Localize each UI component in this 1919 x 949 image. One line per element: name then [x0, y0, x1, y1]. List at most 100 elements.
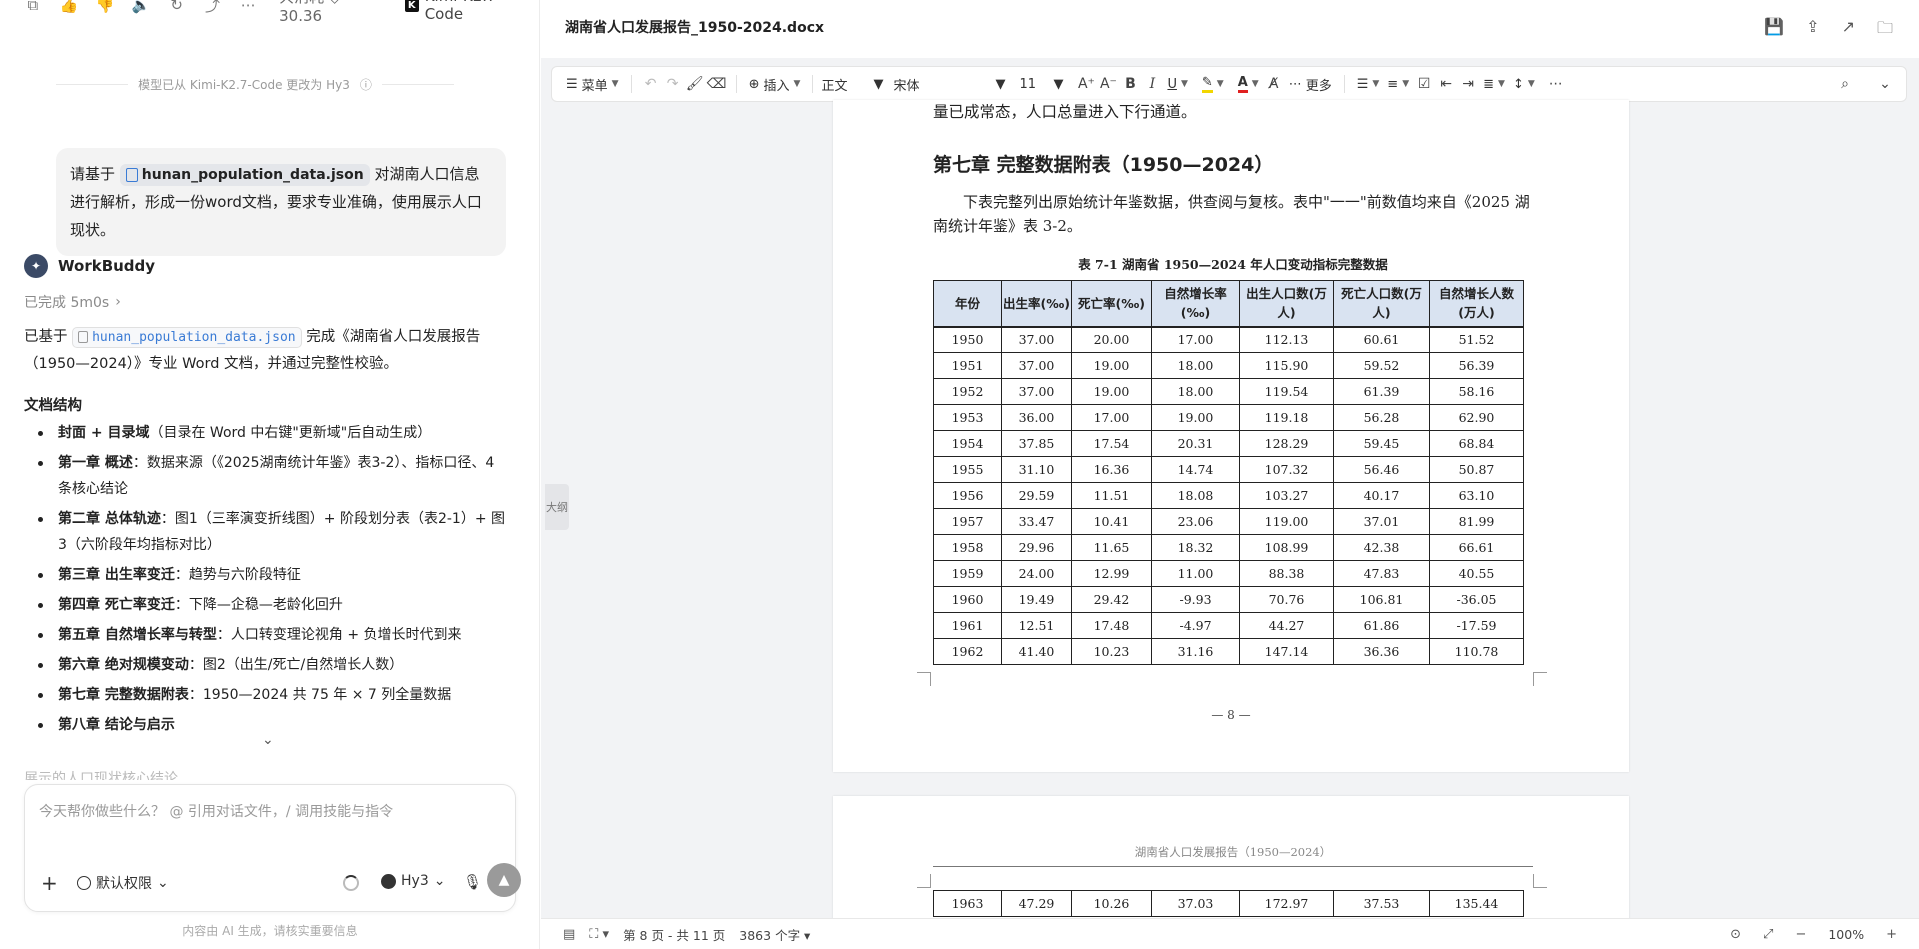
table-cell: 19.49 [1001, 586, 1072, 613]
table-cell: 1959 [933, 560, 1002, 587]
divider [812, 75, 814, 93]
table-row: 1952 37.00 19.00 18.00 119.54 61.39 58.16 [933, 378, 1524, 405]
caret-down-icon: ▼ [1498, 79, 1505, 89]
chat-input-box[interactable]: 今天帮你做些什么？ @ 引用对话文件，/ 调用技能与指令 + 默认权限 ⌄ Hy… [24, 784, 521, 912]
table-row: 1958 29.96 11.65 18.32 108.99 42.38 66.61 [933, 534, 1524, 561]
search-icon[interactable]: ⌕ [1834, 76, 1856, 92]
underline-button[interactable]: U ▼ [1163, 71, 1191, 97]
underline-icon: U [1167, 76, 1177, 92]
highlight-button[interactable]: ✎ ▼ [1198, 71, 1228, 97]
chat-panel: ⧉ 👍 👎 🔈 ↻ ⤴ ⋯ 共消耗 ◇ 30.36 K Kimi-K2.7-Co… [0, 0, 540, 949]
table-cell: 31.16 [1151, 638, 1240, 665]
file-reference-chip[interactable]: hunan_population_data.json [72, 326, 302, 348]
model-name: Kimi-K2.7-Code [424, 0, 502, 23]
table-cell: -9.93 [1151, 586, 1240, 613]
send-button[interactable]: ▲ [487, 863, 521, 897]
clear-format-icon[interactable]: A̸ [1263, 76, 1285, 92]
table-cell: 1960 [933, 586, 1002, 613]
page-header-text: 湖南省人口发展报告（1950—2024） [933, 844, 1533, 867]
add-icon[interactable]: + [41, 873, 58, 893]
table-cell: 1963 [933, 890, 1002, 917]
numbered-list-button[interactable]: ≡ ▼ [1383, 71, 1413, 97]
italic-icon[interactable]: I [1141, 76, 1163, 92]
table-cell: 19.00 [1071, 352, 1152, 379]
task-status[interactable]: 已完成 5m0s › [24, 292, 121, 312]
chevron-down-icon[interactable]: ⌄ [1874, 76, 1896, 92]
eraser-icon[interactable]: ⌫ [706, 76, 728, 92]
table-cell: 119.00 [1239, 508, 1334, 535]
insert-button[interactable]: ⊕ 插入 ▼ [745, 71, 805, 97]
outdent-icon[interactable]: ⇤ [1435, 76, 1457, 92]
table-row: 1951 37.00 19.00 18.00 115.90 59.52 56.39 [933, 352, 1524, 379]
menu-icon: ☰ [566, 76, 578, 92]
font-color-button[interactable]: A ▼ [1234, 71, 1263, 97]
list-item-bold: 第二章 总体轨迹 [58, 511, 161, 527]
refresh-icon[interactable]: ↻ [168, 0, 186, 14]
outline-view-icon[interactable]: ▤ [563, 927, 575, 942]
font-size-select[interactable]: 11 ▼ [1019, 72, 1063, 96]
table-cell: 56.28 [1333, 404, 1430, 431]
word-count-text: 3863 个字 [739, 927, 801, 943]
list-item-bold: 第五章 自然增长率与转型 [58, 627, 217, 643]
share-icon[interactable]: ⤴ [204, 0, 222, 16]
overflow-icon[interactable]: ⋯ [1545, 76, 1567, 92]
info-icon[interactable]: ⓘ [360, 76, 372, 93]
model-selector[interactable]: Hy3 ⌄ [381, 873, 445, 889]
table-cell: 17.00 [1151, 326, 1240, 353]
thumbs-down-icon[interactable]: 👎 [96, 0, 115, 14]
table-cell: 103.27 [1239, 482, 1334, 509]
paragraph-style-select[interactable]: 正文 ▼ [821, 72, 883, 96]
chevron-down-icon[interactable]: ⌄ [262, 732, 274, 748]
copy-icon[interactable]: ⧉ [24, 0, 42, 14]
table-cell: 62.90 [1429, 404, 1524, 431]
checklist-icon[interactable]: ☑ [1413, 76, 1435, 92]
redo-icon[interactable]: ↷ [662, 76, 684, 92]
word-count[interactable]: 3863 个字 ▾ [739, 925, 810, 944]
table-cell: 29.42 [1071, 586, 1152, 613]
indent-icon[interactable]: ⇥ [1457, 76, 1479, 92]
page-layout-icon[interactable]: ⛶ ▾ [589, 927, 609, 942]
undo-icon[interactable]: ↶ [640, 76, 662, 92]
align-button[interactable]: ≣ ▼ [1479, 71, 1509, 97]
attached-file-chip[interactable]: hunan_population_data.json [119, 163, 370, 186]
page-corner-mark [1533, 874, 1547, 888]
share-icon[interactable]: ↗ [1842, 17, 1855, 44]
table-row: 1954 37.85 17.54 20.31 128.29 59.45 68.84 [933, 430, 1524, 457]
table-cell: 19.00 [1071, 378, 1152, 405]
align-left-icon: ≣ [1483, 76, 1495, 92]
chat-input-placeholder[interactable]: 今天帮你做些什么？ @ 引用对话文件，/ 调用技能与指令 [39, 801, 393, 821]
format-painter-icon[interactable]: 🖌 [684, 76, 706, 92]
line-spacing-button[interactable]: ↕ ▼ [1509, 71, 1539, 97]
upload-icon[interactable]: ⇪ [1806, 17, 1819, 44]
speaker-icon[interactable]: 🔈 [132, 0, 151, 14]
zoom-out-icon[interactable]: − [1795, 927, 1806, 942]
zoom-in-icon[interactable]: + [1886, 927, 1897, 942]
bold-icon[interactable]: B [1119, 76, 1141, 92]
font-grow-icon[interactable]: A⁺ [1075, 76, 1097, 92]
more-label: 更多 [1305, 78, 1332, 94]
outline-toggle-tab[interactable]: 大纲 [545, 484, 569, 530]
microphone-icon[interactable]: 🎙 [463, 873, 482, 891]
folder-icon[interactable]: 🗀 [1877, 17, 1893, 44]
list-item: 第四章 死亡率变迁：下降—企稳—老龄化回升 [24, 592, 510, 618]
table-cell: 11.00 [1151, 560, 1240, 587]
table-caption: 表 7-1 湖南省 1950—2024 年人口变动指标完整数据 [1078, 257, 1388, 272]
font-family-select[interactable]: 宋体 ▼ [893, 72, 1005, 96]
more-button[interactable]: ⋯ 更多 [1285, 71, 1336, 97]
menu-button[interactable]: ☰ 菜单 ▼ [562, 71, 623, 97]
table-body: 1963 47.29 10.26 37.03 172.97 37.53 135.44 [933, 890, 1524, 917]
assistant-answer: 已基于 hunan_population_data.json 完成《湖南省人口发… [24, 324, 504, 378]
formatting-toolbar: ☰ 菜单 ▼ ↶ ↷ 🖌 ⌫ ⊕ 插入 ▼ 正文 ▼ 宋体 ▼ 11 ▼ A⁺ A⁻ B I … [551, 66, 1907, 102]
divider [630, 75, 632, 93]
permission-selector[interactable]: 默认权限 ⌄ [77, 873, 169, 893]
table-row: 1963 47.29 10.26 37.03 172.97 37.53 135.44 [933, 890, 1524, 917]
more-icon[interactable]: ⋯ [239, 0, 257, 14]
ai-disclaimer: 内容由 AI 生成，请核实重要信息 [182, 924, 358, 938]
fit-screen-icon[interactable]: ⤢ [1763, 927, 1773, 942]
thumbs-up-icon[interactable]: 👍 [60, 0, 79, 14]
font-shrink-icon[interactable]: A⁻ [1097, 76, 1119, 92]
bullet-list-button[interactable]: ☰ ▼ [1353, 71, 1384, 97]
play-icon[interactable]: ⊙ [1730, 927, 1741, 942]
assistant-header: ✦ WorkBuddy [24, 254, 155, 278]
save-icon[interactable]: 💾 [1764, 17, 1784, 44]
